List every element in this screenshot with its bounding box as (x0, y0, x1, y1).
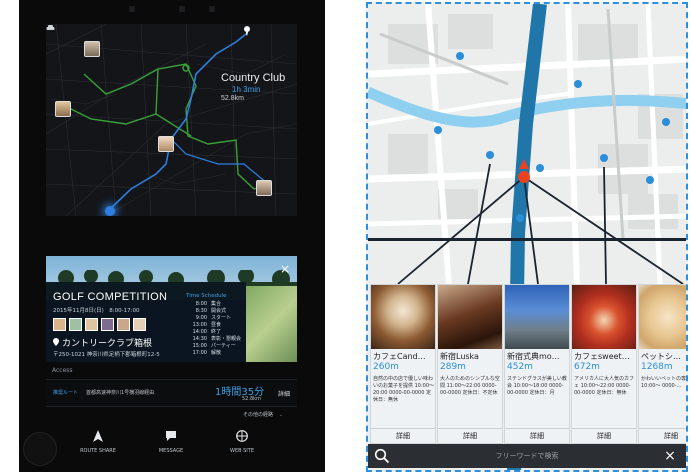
schedule-time: 17:00 (192, 350, 207, 356)
schedule-row: 13:00 昼食 (189, 321, 241, 328)
friend-photo-pin[interactable] (84, 41, 100, 57)
destination-distance: 52.8km (221, 95, 244, 102)
poi-name: カフェsweet… (574, 352, 630, 361)
map-divider (368, 238, 686, 241)
course-map-thumbnail[interactable] (246, 286, 297, 362)
event-date: 2015年11月8日(日) 8:00-17:00 (53, 308, 140, 314)
route-description: 首都高速神奈川1号横羽線経由 (86, 390, 155, 396)
nav-message[interactable]: MESSAGE (136, 430, 206, 454)
access-section-title: Access (52, 367, 73, 374)
poi-card[interactable]: ペットシ… 1268m かわいいペットの専門店 10:00〜 0000-… 詳細 (638, 284, 687, 444)
poi-distance: 289m (440, 362, 466, 372)
avatar[interactable] (133, 318, 146, 331)
poi-detail-button[interactable]: 詳細 (438, 428, 502, 443)
friend-photo-pin[interactable] (55, 101, 71, 117)
avatar[interactable] (85, 318, 98, 331)
avatar[interactable] (117, 318, 130, 331)
close-icon[interactable]: × (662, 448, 678, 464)
route-map[interactable]: Country Club 1h 3min 52.8km (46, 24, 297, 216)
avatar[interactable] (101, 318, 114, 331)
poi-description: 大人のためのシンプルな空間 11:00〜22:00 0000-00-0000 定… (440, 376, 500, 396)
poi-detail-button[interactable]: 詳細 (572, 428, 636, 443)
poi-detail-button[interactable]: 詳細 (371, 428, 435, 443)
poi-detail-button[interactable]: 詳細 (639, 428, 686, 443)
route-kind: 推奨ルート (53, 390, 79, 396)
poi-name: カフェCand… (373, 352, 426, 361)
nav-route-share[interactable]: ROUTE SHARE (63, 430, 133, 454)
event-place: カントリークラブ箱根 (53, 336, 152, 349)
event-place-name: カントリークラブ箱根 (62, 339, 153, 349)
friend-photo-pin[interactable] (158, 136, 174, 152)
poi-description: アメリカ人に大人気のカフェ 10:00〜22:00 0000-00-0000 定… (574, 376, 635, 396)
poi-card[interactable]: カフェsweet… 672m アメリカ人に大人気のカフェ 10:00〜22:00… (571, 284, 637, 444)
search-icon[interactable] (374, 448, 390, 464)
navigation-arrow-icon (93, 430, 103, 442)
route-row[interactable]: 推奨ルート 首都高速神奈川1号横羽線経由 1時間35分 52.8km 詳細 (46, 379, 297, 407)
current-location-icon (105, 206, 115, 216)
destination-eta: 1h 3min (232, 85, 261, 94)
chocolate-dessert-photo (438, 285, 502, 349)
chat-bubble-icon (166, 431, 176, 441)
screenshot-root: Country Club 1h 3min 52.8km × GOLF COMPE… (0, 0, 692, 472)
poi-distance: 260m (373, 362, 399, 372)
poi-name: 新宿式典mo… (507, 352, 560, 361)
event-address: 〒250-1021 神奈川県足柄下郡箱根町12-5 (53, 352, 160, 358)
latte-cup-photo (371, 285, 435, 349)
poi-name: ペットシ… (641, 352, 681, 361)
globe-icon (236, 430, 248, 442)
destination-name: Country Club (221, 72, 286, 84)
poi-distance: 1268m (641, 362, 673, 372)
schedule-row: 9:00 スタート (189, 314, 241, 321)
schedule-title: Time Schedule (186, 293, 227, 299)
bottom-navigation: ROUTE SHARE MESSAGE WEB SITE (19, 424, 325, 472)
poi-card[interactable]: 新宿Luska 289m 大人のためのシンプルな空間 11:00〜22:00 0… (437, 284, 503, 444)
schedule-row: 8:30 開会式 (189, 307, 241, 314)
friend-photo-pin[interactable] (256, 180, 272, 196)
status-bar (19, 0, 325, 20)
poi-card[interactable]: カフェCand… 260m 自然の中の店で優しい味わいのお菓子を提供 10:00… (370, 284, 436, 444)
pomeranian-dog-photo (639, 285, 686, 349)
nearby-spots-screen: カフェCand… 260m 自然の中の店で優しい味わいのお菓子を提供 10:00… (366, 2, 688, 472)
poi-distance: 452m (507, 362, 533, 372)
participant-avatars (53, 316, 149, 331)
poi-detail-button[interactable]: 詳細 (505, 428, 569, 443)
schedule-row: 14:30 表彰・懇親会 (189, 335, 241, 342)
avatar[interactable] (53, 318, 66, 331)
schedule-row: 8:00 集合 (189, 300, 241, 307)
close-card-button[interactable]: × (278, 262, 292, 276)
poi-description: 自然の中の店で優しい味わいのお菓子を提供 10:00〜20:00 0000-00… (373, 376, 434, 403)
fruit-cake-photo (572, 285, 636, 349)
poi-card[interactable]: 新宿式典mo… 452m ステンドグラスが美しい教会 10:00〜18:00 0… (504, 284, 570, 444)
car-icon (46, 25, 55, 30)
route-detail-button[interactable]: 詳細 (278, 389, 290, 398)
schedule-row: 15:00 パーティー (189, 342, 241, 349)
poi-card-strip: カフェCand… 260m 自然の中の店で優しい味わいのお菓子を提供 10:00… (368, 284, 687, 444)
nav-web-site[interactable]: WEB SITE (207, 430, 277, 454)
poi-description: かわいいペットの専門店 10:00〜 0000-… (641, 376, 687, 389)
search-bar: × (368, 444, 686, 468)
route-distance: 52.8km (242, 396, 261, 402)
schedule-list: 8:00 集合 8:30 開会式 9:00 スタート 13:00 昼食 14:00 終了 … (189, 300, 241, 356)
event-title: GOLF COMPETITION (53, 291, 168, 303)
poi-name: 新宿Luska (440, 352, 479, 361)
search-input[interactable] (398, 447, 656, 465)
nav-label: ROUTE SHARE (80, 448, 116, 454)
schedule-row: 17:00 解散 (189, 349, 241, 356)
poi-description: ステンドグラスが美しい教会 10:00〜18:00 0000-00-0000 定… (507, 376, 567, 396)
schedule-label: 解散 (211, 350, 222, 356)
nav-label: WEB SITE (230, 448, 254, 454)
other-routes-link[interactable]: その他の経路 ⌄ (243, 411, 283, 418)
poi-distance: 672m (574, 362, 600, 372)
schedule-row: 14:00 終了 (189, 328, 241, 335)
event-detail-screen: Country Club 1h 3min 52.8km × GOLF COMPE… (19, 0, 325, 472)
cathedral-photo (505, 285, 569, 349)
chevron-down-icon: ⌄ (279, 412, 284, 418)
location-pin-icon (53, 338, 59, 346)
event-card[interactable]: × GOLF COMPETITION 2015年11月8日(日) 8:00-17… (46, 256, 297, 362)
other-routes-label: その他の経路 (243, 412, 274, 418)
avatar[interactable] (69, 318, 82, 331)
nav-label: MESSAGE (158, 448, 184, 454)
